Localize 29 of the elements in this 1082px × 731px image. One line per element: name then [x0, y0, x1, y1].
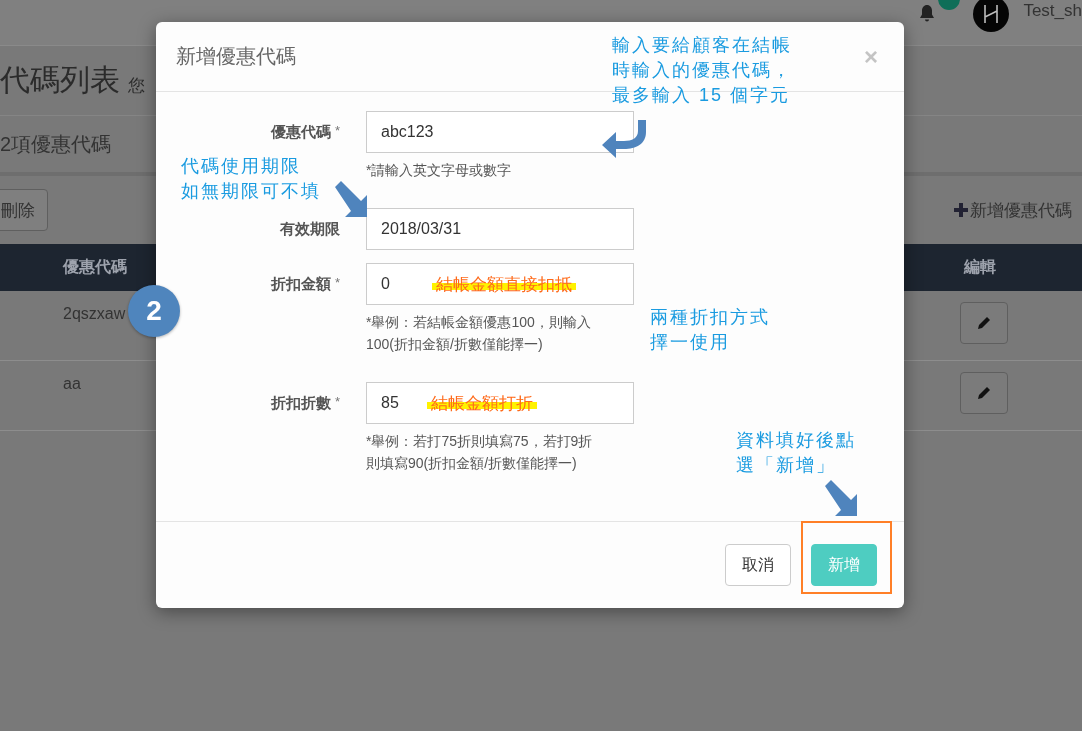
curved-arrow-icon [600, 118, 648, 160]
field-label: 有效期限 [279, 219, 340, 239]
plus-icon [953, 202, 969, 218]
field-label: 折扣金額 * [269, 274, 340, 294]
edit-button[interactable] [960, 302, 1008, 344]
edit-button[interactable] [960, 372, 1008, 414]
field-hint: *請輸入英文字母或數字 [366, 161, 513, 180]
column-header: 編輯 [964, 257, 996, 277]
page-subtitle: 您 [128, 75, 145, 97]
column-header: 優惠代碼 [63, 257, 127, 277]
input-field[interactable]: 2018/03/31 [366, 208, 634, 250]
pencil-icon [976, 315, 992, 331]
field-hint: *舉例：若結帳金額優惠100，則輸入 100(折扣金額/折數僅能擇一) [366, 313, 592, 354]
annotation-note: 輸入要給顧客在結帳 時輸入的優惠代碼， 最多輸入 15 個字元 [612, 34, 792, 107]
coupon-count: 2項優惠代碼 [0, 131, 112, 157]
field-label: 折扣折數 * [269, 393, 340, 413]
annotation-note: 代碼使用期限 如無期限可不填 [181, 155, 321, 203]
input-field[interactable]: abc123 [366, 111, 634, 153]
cancel-button[interactable]: 取消 [725, 544, 791, 586]
page-title: 代碼列表 [0, 62, 120, 98]
annotation-note: 兩種折扣方式 擇一使用 [650, 306, 770, 354]
table-cell: 2qszxaw [63, 305, 126, 323]
annotation-note: 資料填好後點 選「新增」 [736, 429, 856, 477]
table-cell: aa [63, 375, 81, 393]
avatar-icon[interactable] [973, 0, 1010, 32]
dialog-title: 新增優惠代碼 [176, 44, 296, 69]
pencil-icon [976, 385, 992, 401]
field-hint: *舉例：若打75折則填寫75，若打9折 則填寫90(折扣金額/折數僅能擇一) [366, 432, 594, 473]
field-label: 優惠代碼 * [269, 122, 340, 142]
